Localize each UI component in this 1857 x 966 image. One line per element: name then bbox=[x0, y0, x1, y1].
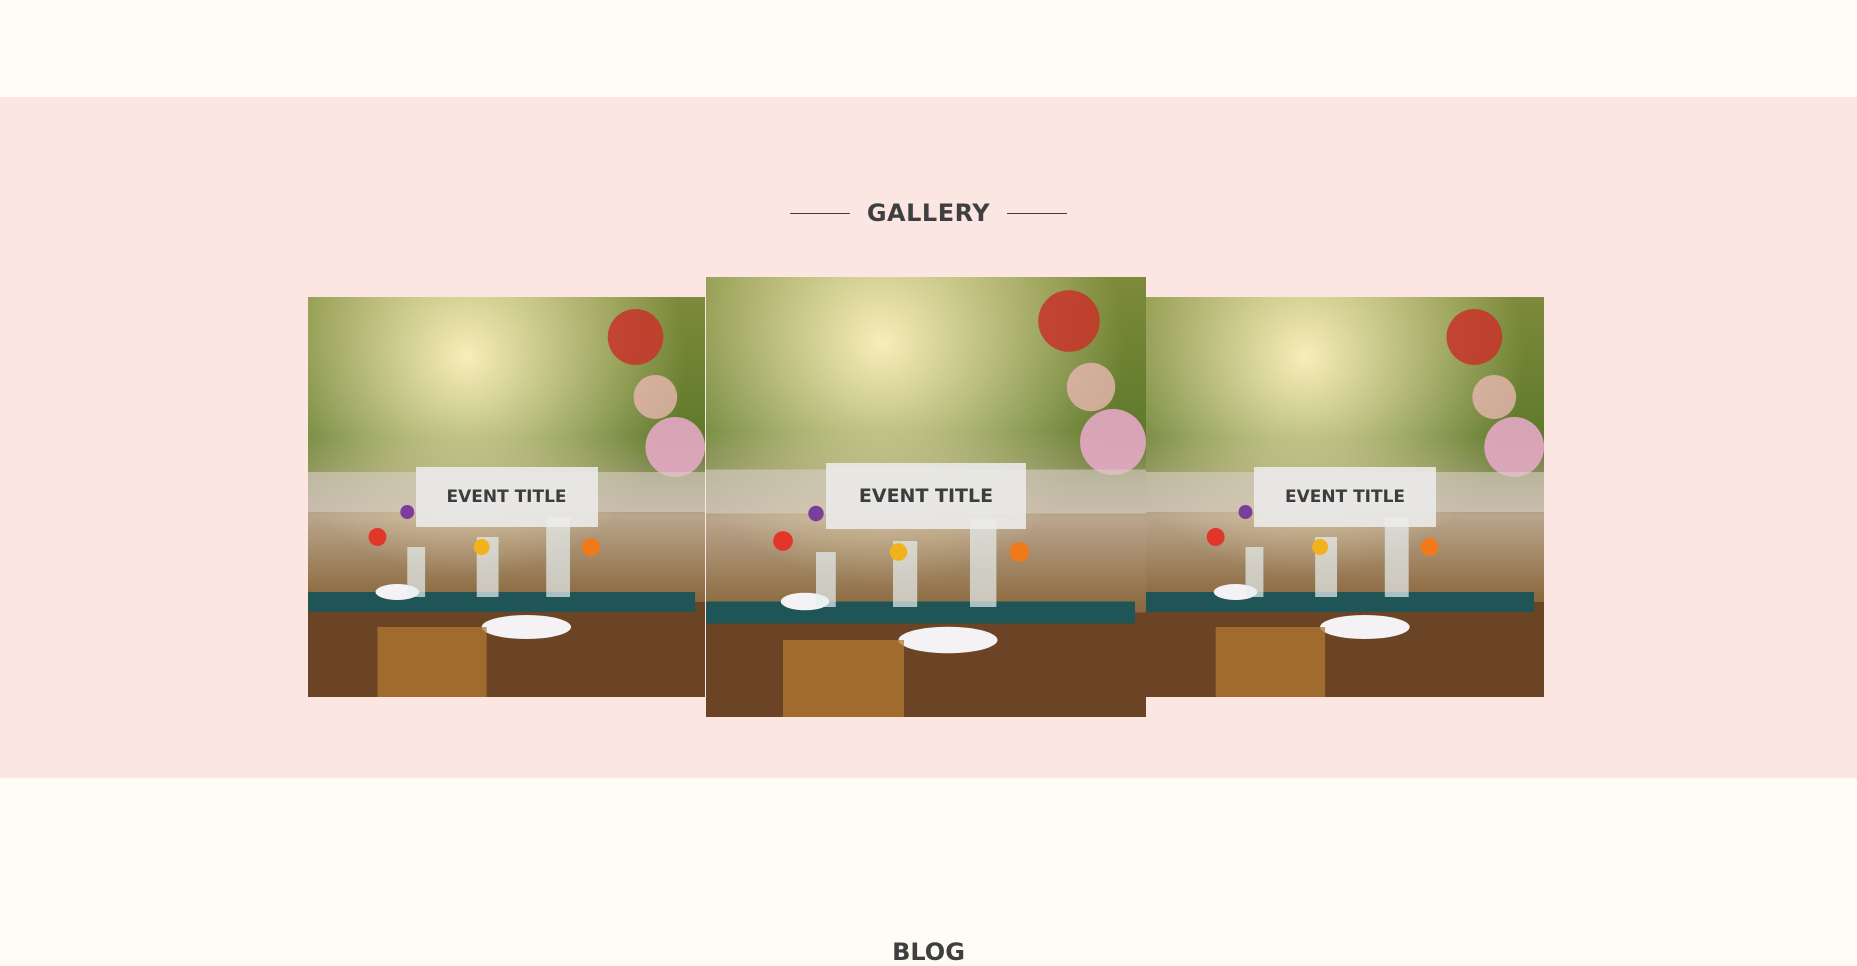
heading-rule-right bbox=[1007, 212, 1068, 214]
event-title-label[interactable]: EVENT TITLE bbox=[826, 463, 1026, 529]
gallery-card-center[interactable]: EVENT TITLE bbox=[706, 277, 1146, 717]
gallery-card-right[interactable]: EVENT TITLE bbox=[1146, 297, 1544, 697]
event-title-label[interactable]: EVENT TITLE bbox=[415, 467, 598, 527]
event-title-label[interactable]: EVENT TITLE bbox=[1254, 467, 1436, 527]
gallery-heading: GALLERY bbox=[0, 201, 1857, 225]
gallery-section: GALLERY EVENT TITLE EVENT TITLE EVENT TI… bbox=[0, 97, 1857, 778]
gallery-title: GALLERY bbox=[866, 199, 991, 227]
gallery-card-left[interactable]: EVENT TITLE bbox=[308, 297, 705, 697]
heading-rule-left bbox=[789, 212, 850, 214]
blog-title: BLOG bbox=[892, 938, 965, 966]
